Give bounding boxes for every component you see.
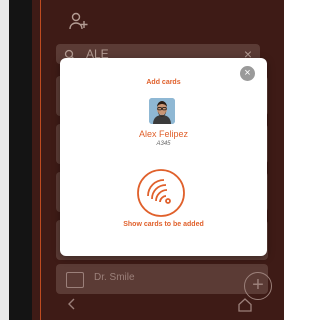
list-item-label: Dr. Smile	[94, 272, 135, 283]
user-code: A345	[156, 141, 171, 147]
nfc-card-icon	[136, 169, 186, 222]
user-name: Alex Felipez	[138, 129, 189, 139]
list-item[interactable]: Dr. Smile +	[56, 264, 272, 300]
add-cards-dialog: × Add cards Alex Felipez A345 Show cards…	[60, 58, 267, 256]
card-icon	[66, 272, 84, 288]
window-right-edge	[284, 0, 314, 320]
dialog-title: Add cards	[146, 79, 181, 86]
avatar	[149, 98, 175, 124]
add-user-icon[interactable]	[68, 10, 90, 32]
window-left-edge	[0, 0, 9, 320]
show-cards-link[interactable]: Show cards to be added	[60, 221, 267, 228]
screen-accent-line	[40, 0, 41, 320]
back-chevron-icon[interactable]	[64, 296, 80, 312]
nfc-card-button[interactable]	[136, 168, 186, 218]
home-icon[interactable]	[236, 296, 254, 314]
